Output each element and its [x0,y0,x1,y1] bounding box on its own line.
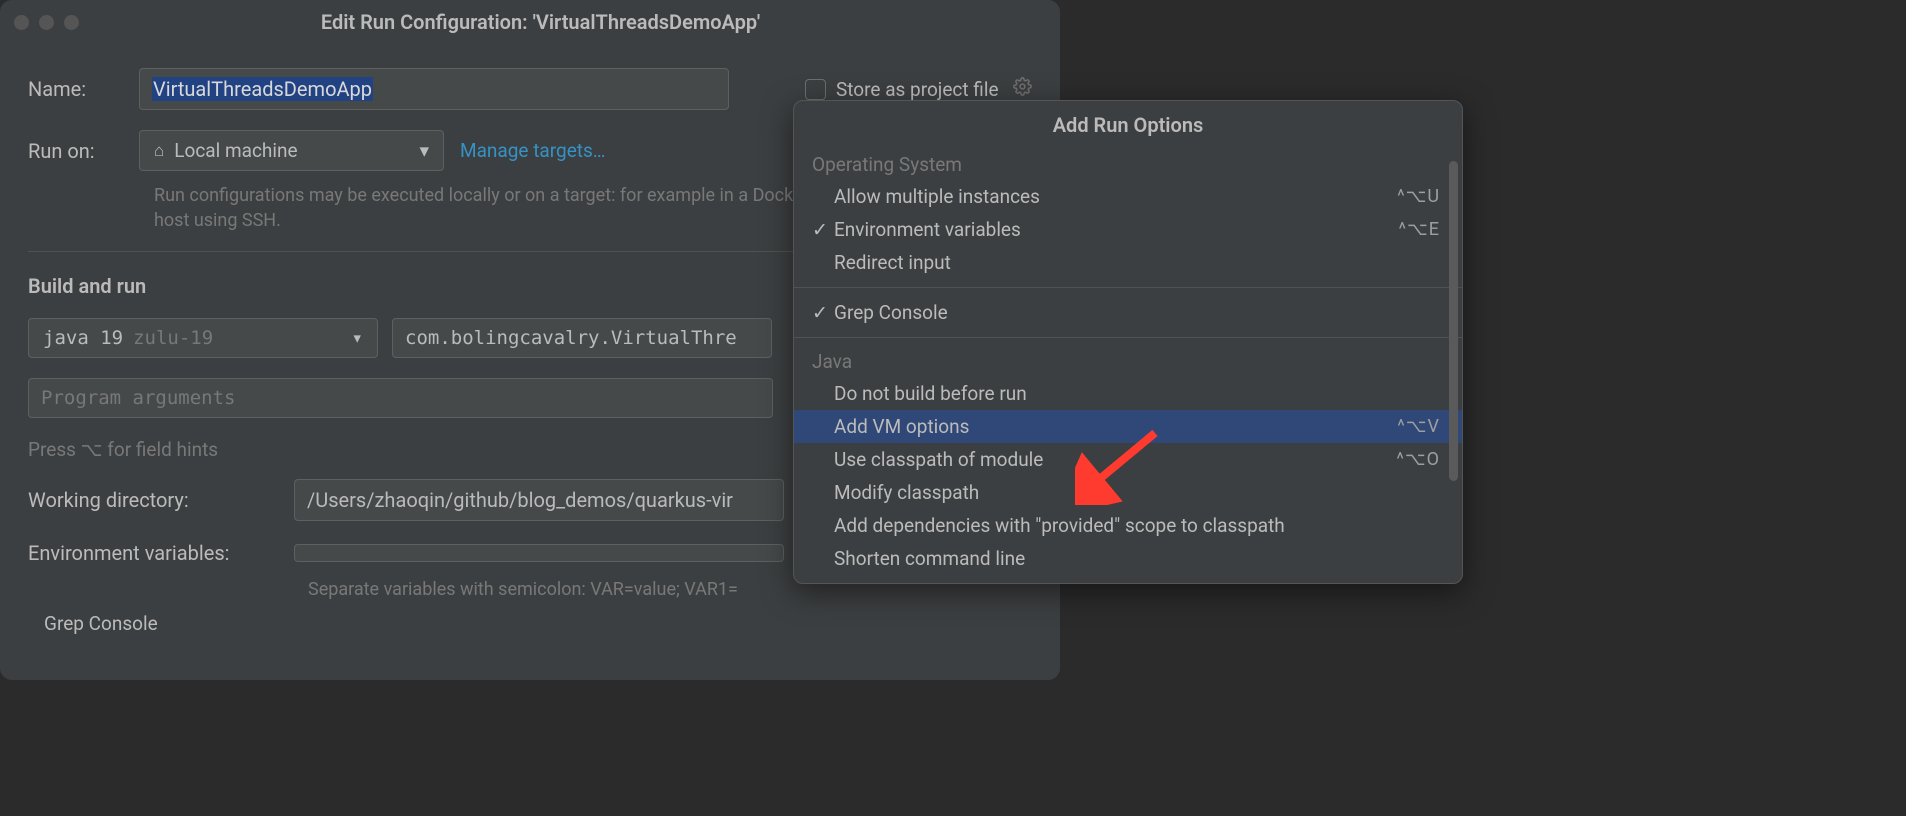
store-as-project-file-label: Store as project file [836,78,999,101]
menu-item-environment-variables[interactable]: Environment variables ^⌥E [794,213,1462,246]
jdk-dropdown[interactable]: java 19 zulu-19 ▾ [28,318,378,358]
menu-item-shorten-command-line[interactable]: Shorten command line [794,542,1462,575]
run-on-label: Run on: [28,139,123,163]
popup-scrollbar[interactable] [1449,161,1458,481]
gear-icon[interactable] [1013,77,1032,101]
name-input[interactable]: VirtualThreadsDemoApp [139,68,729,110]
run-on-value: Local machine [174,139,297,162]
chevron-down-icon: ▾ [352,327,363,349]
environment-variables-input[interactable] [294,544,784,562]
program-arguments-input[interactable]: Program arguments [28,378,773,418]
home-icon: ⌂ [154,141,164,161]
menu-item-use-classpath[interactable]: Use classpath of module ^⌥O [794,443,1462,476]
popup-title: Add Run Options [794,101,1462,149]
menu-item-allow-multiple-instances[interactable]: Allow multiple instances ^⌥U [794,180,1462,213]
chevron-down-icon: ▾ [419,139,429,162]
store-as-project-file-checkbox[interactable] [805,79,826,100]
group-operating-system: Operating System [794,149,1462,180]
close-window-button[interactable] [14,15,29,30]
run-on-dropdown[interactable]: ⌂ Local machine ▾ [139,130,444,171]
menu-item-add-provided-deps[interactable]: Add dependencies with "provided" scope t… [794,509,1462,542]
grep-console-section-label: Grep Console [44,612,1032,635]
manage-targets-link[interactable]: Manage targets… [460,139,606,162]
menu-item-do-not-build[interactable]: Do not build before run [794,377,1462,410]
environment-variables-label: Environment variables: [28,541,278,565]
dialog-title: Edit Run Configuration: 'VirtualThreadsD… [35,10,1046,34]
menu-item-add-vm-options[interactable]: Add VM options ^⌥V [794,410,1462,443]
name-label: Name: [28,77,123,101]
working-directory-label: Working directory: [28,488,278,512]
working-directory-input[interactable]: /Users/zhaoqin/github/blog_demos/quarkus… [294,479,784,521]
menu-item-redirect-input[interactable]: Redirect input [794,246,1462,279]
titlebar: Edit Run Configuration: 'VirtualThreadsD… [0,0,1060,44]
menu-item-modify-classpath[interactable]: Modify classpath [794,476,1462,509]
main-class-input[interactable]: com.bolingcavalry.VirtualThre [392,318,772,358]
add-run-options-popup: Add Run Options Operating System Allow m… [793,100,1463,584]
menu-item-grep-console[interactable]: Grep Console [794,296,1462,329]
group-java: Java [794,346,1462,377]
